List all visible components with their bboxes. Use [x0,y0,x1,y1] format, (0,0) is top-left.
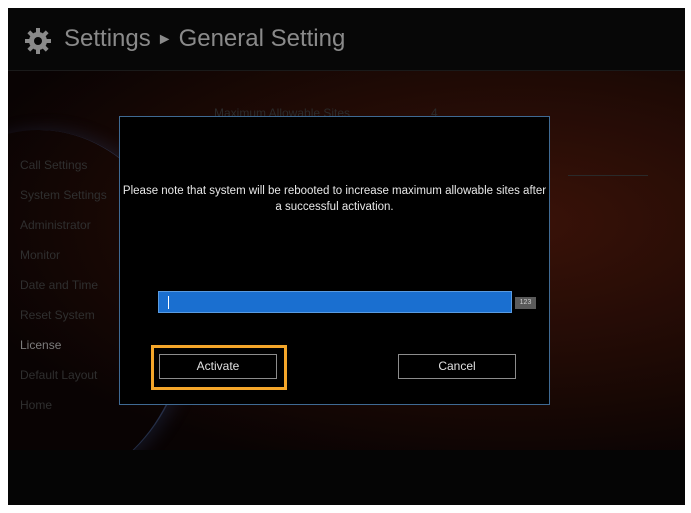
sidebar-item-call-settings[interactable]: Call Settings [20,150,107,180]
activation-dialog: Please note that system will be rebooted… [119,116,550,405]
sidebar-menu: Call Settings System Settings Administra… [20,150,107,420]
header: Settings ► General Setting [8,8,685,71]
license-key-input[interactable] [158,291,512,313]
background-divider [568,175,648,176]
sidebar-item-date-and-time[interactable]: Date and Time [20,270,107,300]
sidebar-item-monitor[interactable]: Monitor [20,240,107,270]
activate-button[interactable]: Activate [159,354,277,379]
breadcrumb-arrow-icon: ► [156,31,173,48]
title-general-setting: General Setting [178,25,346,52]
bottom-bar [8,450,685,505]
sidebar-item-license[interactable]: License [20,330,107,360]
sidebar-item-administrator[interactable]: Administrator [20,210,107,240]
sidebar-item-default-layout[interactable]: Default Layout [20,360,107,390]
dialog-message: Please note that system will be rebooted… [122,185,547,213]
title-settings: Settings [64,25,151,52]
gear-icon [25,28,51,54]
page-title: Settings ► General Setting [64,24,345,55]
cancel-button[interactable]: Cancel [398,354,516,379]
input-mode-badge: 123 [515,297,536,309]
sidebar-item-reset-system[interactable]: Reset System [20,300,107,330]
sidebar-item-home[interactable]: Home [20,390,107,420]
text-caret [168,296,169,309]
sidebar-item-system-settings[interactable]: System Settings [20,180,107,210]
screen: Settings ► General Setting Maximum Allowab… [8,8,685,505]
